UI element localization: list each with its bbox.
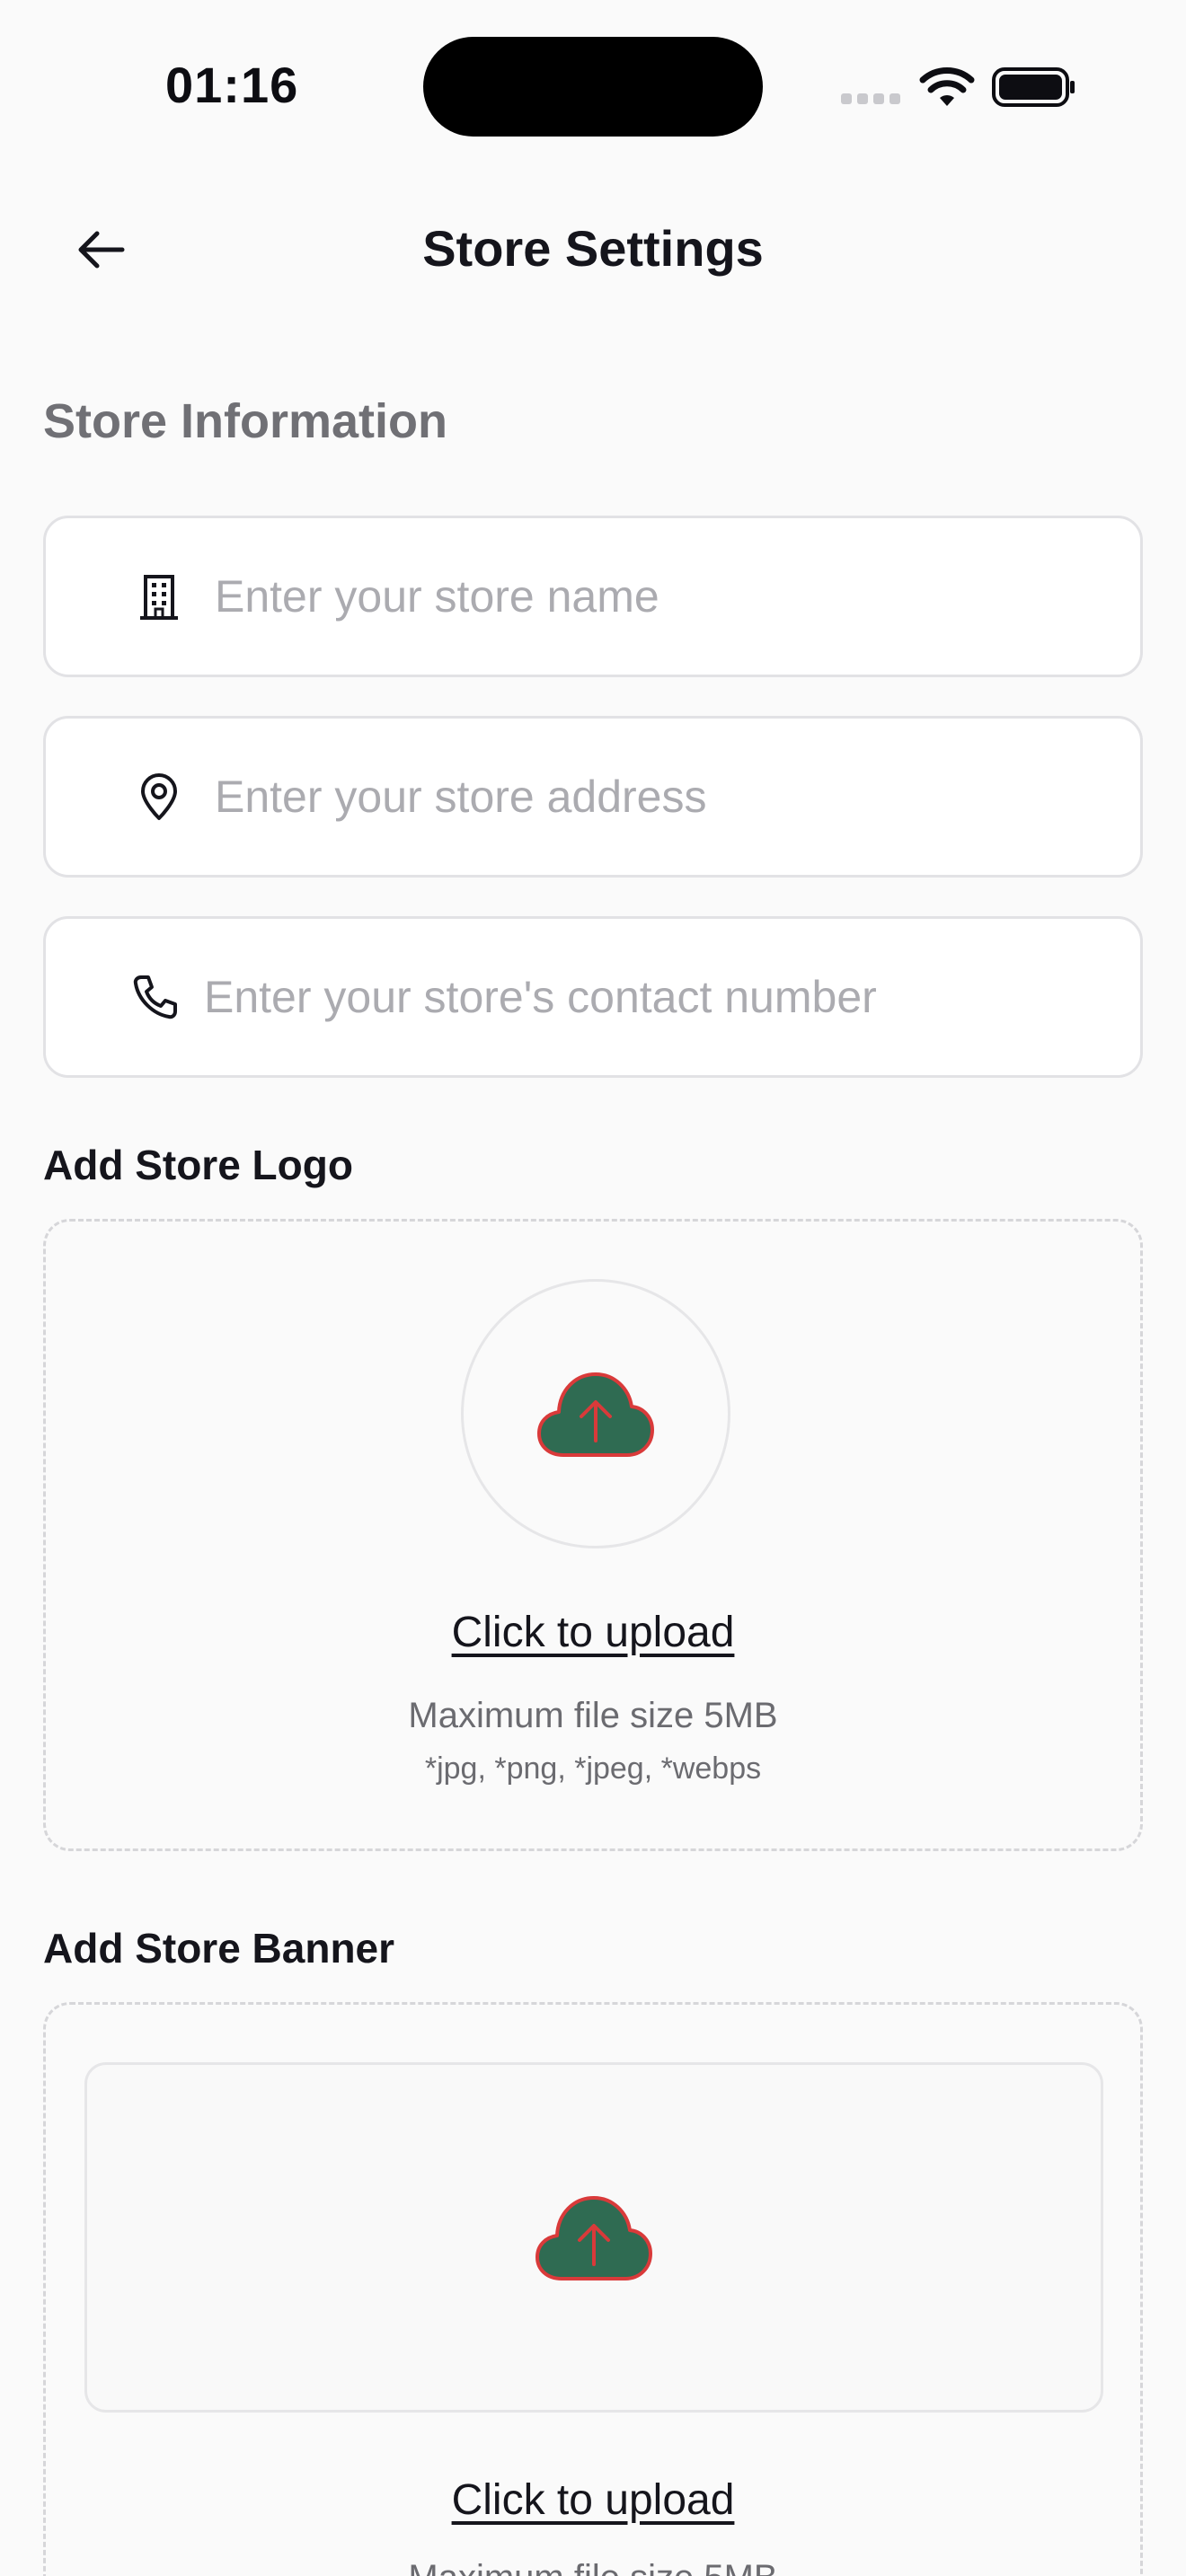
- store-name-input[interactable]: [215, 570, 1140, 622]
- logo-upload-button[interactable]: [461, 1279, 730, 1548]
- cellular-signal-icon: [841, 93, 900, 104]
- cloud-upload-icon: [535, 2196, 652, 2280]
- store-logo-upload-area[interactable]: Click to upload Maximum file size 5MB *j…: [43, 1219, 1143, 1851]
- store-address-field[interactable]: [43, 716, 1143, 878]
- store-logo-label: Add Store Logo: [43, 1142, 353, 1188]
- store-settings-screen: 01:16 Store Settings Store Information E…: [0, 0, 1186, 2576]
- contact-number-field[interactable]: [43, 916, 1143, 1078]
- dynamic-island: [423, 37, 763, 137]
- contact-number-input[interactable]: [204, 971, 1140, 1023]
- phone-icon: [128, 970, 182, 1024]
- building-icon: [132, 569, 186, 623]
- store-banner-label: Add Store Banner: [43, 1925, 395, 1972]
- page-title: Store Settings: [422, 220, 764, 277]
- banner-max-file-size: Maximum file size 5MB: [46, 2558, 1140, 2576]
- cloud-upload-icon: [537, 1372, 654, 1457]
- logo-click-to-upload-link[interactable]: Click to upload: [46, 1608, 1140, 1657]
- store-banner-upload-area[interactable]: Click to upload Maximum file size 5MB: [43, 2002, 1143, 2576]
- logo-max-file-size: Maximum file size 5MB: [408, 1696, 778, 1735]
- status-time: 01:16: [165, 57, 299, 113]
- location-pin-icon: [132, 770, 186, 824]
- store-information-heading: Store Information: [43, 394, 448, 448]
- wifi-icon: [919, 67, 975, 106]
- banner-click-to-upload-link[interactable]: Click to upload: [46, 2475, 1140, 2525]
- store-name-field[interactable]: [43, 516, 1143, 677]
- battery-icon: [992, 67, 1075, 107]
- banner-upload-button[interactable]: [84, 2062, 1103, 2413]
- logo-file-types: *jpg, *png, *jpeg, *webps: [424, 1751, 762, 1786]
- store-address-input[interactable]: [215, 771, 1140, 823]
